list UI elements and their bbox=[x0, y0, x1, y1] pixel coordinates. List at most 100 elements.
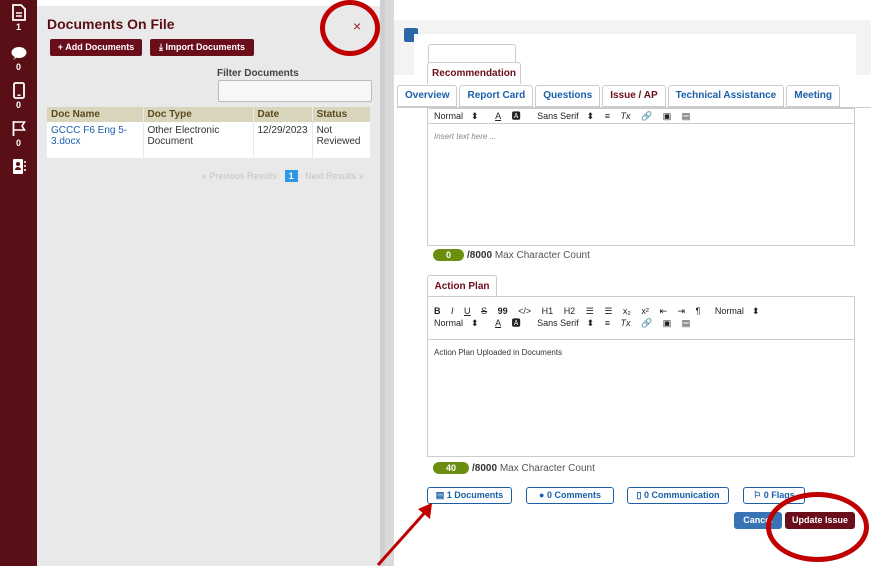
recommendation-toolbar: Normal ⬍ A 🅰 Sans Serif ⬍ ≡ Tx 🔗 ▣ ▤ bbox=[428, 109, 854, 123]
bullet-list-icon[interactable]: ☰ bbox=[604, 306, 612, 316]
direction-button[interactable]: ¶ bbox=[696, 306, 701, 316]
font-color-button[interactable]: A bbox=[495, 318, 501, 328]
outdent-icon[interactable]: ⇤ bbox=[659, 306, 667, 316]
background-color-icon[interactable]: 🅰 bbox=[512, 111, 521, 121]
contact-card-icon bbox=[12, 159, 26, 174]
superscript-button[interactable]: x² bbox=[641, 306, 649, 316]
font-color-button[interactable]: A bbox=[495, 111, 501, 121]
panel-scrollbar[interactable] bbox=[380, 0, 385, 566]
issue-tabs: Overview Report Card Questions Issue / A… bbox=[397, 85, 842, 107]
previous-results-link[interactable]: « Previous Results bbox=[202, 171, 277, 181]
action-plan-char-count: 40 bbox=[433, 462, 470, 474]
video-icon[interactable]: ▤ bbox=[682, 318, 691, 328]
recommendation-text-area[interactable]: Insert text here ... bbox=[428, 123, 854, 245]
recommendation-char-counter: 0/8000 Max Character Count bbox=[433, 249, 590, 261]
communication-button[interactable]: ▯ 0 Communication bbox=[627, 487, 729, 504]
tab-issue-ap[interactable]: Issue / AP bbox=[602, 85, 666, 107]
rail-flags-count: 0 bbox=[15, 138, 21, 148]
action-plan-text-area[interactable]: Action Plan Uploaded in Documents bbox=[428, 339, 854, 456]
tab-meeting[interactable]: Meeting bbox=[786, 85, 841, 107]
header-select[interactable]: Normal bbox=[434, 318, 463, 328]
annotation-arrow-icon bbox=[376, 503, 432, 566]
tab-recommendation[interactable]: Recommendation bbox=[427, 62, 521, 84]
background-color-icon[interactable]: 🅰 bbox=[512, 318, 521, 328]
rail-comments[interactable]: 0 bbox=[0, 46, 37, 72]
size-select[interactable]: Normal bbox=[715, 306, 744, 316]
align-button[interactable]: ≡ bbox=[605, 111, 610, 121]
mobile-icon bbox=[12, 82, 25, 99]
code-button[interactable]: </> bbox=[518, 306, 531, 316]
card-tab[interactable] bbox=[428, 44, 516, 64]
rail-flags[interactable]: 0 bbox=[0, 120, 37, 148]
chevron-icon: ⬍ bbox=[586, 318, 595, 328]
action-plan-max-suffix: Max Character Count bbox=[499, 463, 595, 474]
filter-documents-label: Filter Documents bbox=[217, 68, 299, 79]
tab-overview[interactable]: Overview bbox=[397, 85, 458, 107]
column-date: Date bbox=[253, 107, 313, 122]
communication-button-label: 0 Communication bbox=[643, 490, 720, 500]
rail-communication[interactable]: 0 bbox=[0, 82, 37, 110]
align-button[interactable]: ≡ bbox=[605, 318, 610, 328]
bold-button[interactable]: B bbox=[434, 306, 441, 316]
strike-button[interactable]: S bbox=[481, 306, 487, 316]
annotation-circle-update bbox=[766, 492, 869, 562]
import-documents-button[interactable]: ⤓ Import Documents bbox=[150, 39, 254, 56]
next-results-link[interactable]: Next Results » bbox=[305, 171, 364, 181]
header-select[interactable]: Normal bbox=[434, 111, 463, 121]
comment-icon bbox=[11, 47, 26, 60]
h1-button[interactable]: H1 bbox=[542, 306, 554, 316]
action-plan-max-label: /8000 bbox=[472, 463, 498, 474]
mobile-icon: ▯ bbox=[636, 490, 644, 500]
chevron-icon: ⬍ bbox=[471, 111, 479, 121]
h2-button[interactable]: H2 bbox=[564, 306, 576, 316]
flag-icon: ⚐ bbox=[753, 490, 764, 500]
font-select[interactable]: Sans Serif bbox=[537, 111, 579, 121]
add-documents-button[interactable]: + Add Documents bbox=[50, 39, 142, 56]
link-icon[interactable]: 🔗 bbox=[641, 318, 652, 328]
documents-panel-title: Documents On File bbox=[47, 16, 175, 32]
recommendation-max-suffix: Max Character Count bbox=[494, 250, 590, 261]
rail-documents[interactable]: 1 bbox=[0, 4, 37, 32]
font-select[interactable]: Sans Serif bbox=[537, 318, 579, 328]
underline-button[interactable]: U bbox=[464, 306, 471, 316]
blockquote-button[interactable]: 99 bbox=[498, 306, 508, 316]
pager: « Previous Results 1 Next Results » bbox=[202, 170, 364, 182]
tab-technical-assistance[interactable]: Technical Assistance bbox=[667, 85, 785, 107]
chevron-icon: ⬍ bbox=[471, 318, 479, 328]
left-rail: 1 0 0 0 bbox=[0, 0, 37, 566]
documents-panel: Documents On File × + Add Documents ⤓ Im… bbox=[37, 6, 380, 566]
action-plan-char-counter: 40/8000 Max Character Count bbox=[433, 462, 595, 474]
tab-action-plan[interactable]: Action Plan bbox=[427, 275, 497, 296]
video-icon[interactable]: ▤ bbox=[682, 111, 691, 121]
action-plan-editor: B I U S 99 </> H1 H2 ☰ ☰ x₂ x² ⇤ ⇥ ¶ Nor… bbox=[427, 296, 855, 457]
image-icon[interactable]: ▣ bbox=[663, 111, 672, 121]
current-page[interactable]: 1 bbox=[284, 170, 298, 182]
italic-button[interactable]: I bbox=[451, 306, 454, 316]
import-documents-label: Import Documents bbox=[165, 42, 245, 52]
rail-communication-count: 0 bbox=[15, 100, 21, 110]
rail-contacts[interactable] bbox=[0, 158, 37, 175]
image-icon[interactable]: ▣ bbox=[663, 318, 672, 328]
comments-button[interactable]: ● 0 Comments bbox=[526, 487, 614, 504]
comments-button-label: 0 Comments bbox=[546, 490, 601, 500]
flag-icon bbox=[12, 121, 26, 136]
column-doc-type: Doc Type bbox=[143, 107, 254, 122]
tab-questions[interactable]: Questions bbox=[535, 85, 601, 107]
clear-format-button[interactable]: Tx bbox=[621, 318, 631, 328]
doc-name-link[interactable]: GCCC F6 Eng 5-3.docx bbox=[47, 122, 144, 158]
doc-status-cell: Not Reviewed bbox=[312, 122, 372, 158]
doc-date-cell: 12/29/2023 bbox=[253, 122, 313, 158]
action-plan-toolbar: B I U S 99 </> H1 H2 ☰ ☰ x₂ x² ⇤ ⇥ ¶ Nor… bbox=[428, 297, 854, 339]
document-icon bbox=[11, 4, 26, 21]
table-row: GCCC F6 Eng 5-3.docx Other Electronic Do… bbox=[47, 122, 372, 158]
ordered-list-icon[interactable]: ☰ bbox=[586, 306, 594, 316]
doc-type-cell: Other Electronic Document bbox=[143, 122, 254, 158]
link-icon[interactable]: 🔗 bbox=[641, 111, 652, 121]
filter-documents-input[interactable] bbox=[218, 80, 372, 102]
tab-report-card[interactable]: Report Card bbox=[459, 85, 534, 107]
rail-comments-count: 0 bbox=[15, 62, 21, 72]
indent-icon[interactable]: ⇥ bbox=[678, 306, 686, 316]
subscript-button[interactable]: x₂ bbox=[623, 306, 631, 316]
clear-format-button[interactable]: Tx bbox=[621, 111, 631, 121]
documents-button-label: 1 Documents bbox=[446, 490, 504, 500]
